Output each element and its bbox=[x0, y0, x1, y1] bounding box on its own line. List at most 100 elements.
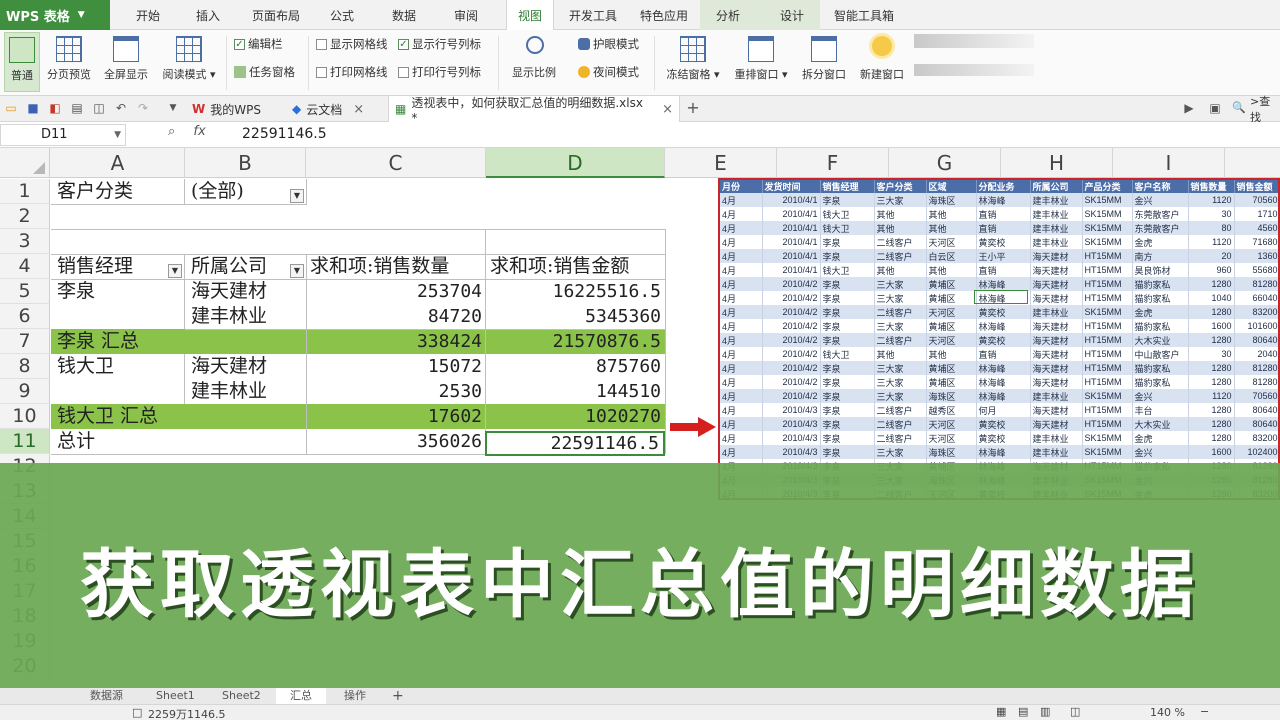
pivot-subtotal-cell[interactable]: 17602 bbox=[306, 404, 486, 429]
split-window-button[interactable]: 拆分窗口 bbox=[798, 32, 850, 92]
pivot-subtotal-cell[interactable]: 338424 bbox=[306, 329, 486, 354]
pivot-subtotal-label[interactable]: 钱大卫 汇总 bbox=[51, 404, 185, 429]
menu-review[interactable]: 审阅 bbox=[448, 0, 484, 30]
menu-smart-toolbox[interactable]: 智能工具箱 bbox=[828, 0, 900, 30]
menu-special[interactable]: 特色应用 bbox=[634, 0, 694, 30]
menu-formulas[interactable]: 公式 bbox=[324, 0, 360, 30]
fullscreen-button[interactable]: 全屏显示 bbox=[100, 32, 152, 92]
pivot-cell[interactable]: 5345360 bbox=[486, 304, 665, 329]
fx-icon[interactable]: fx bbox=[193, 124, 205, 139]
row-header[interactable]: 2 bbox=[0, 204, 50, 229]
view-break-icon[interactable]: ▥ bbox=[1040, 705, 1050, 718]
show-gridlines-toggle[interactable]: 显示网格线 bbox=[316, 34, 388, 54]
export-pdf-icon[interactable]: ◧ bbox=[48, 101, 62, 115]
sheet-tab[interactable]: Sheet1 bbox=[156, 688, 195, 704]
column-header[interactable]: B bbox=[185, 148, 306, 178]
row-header[interactable]: 3 bbox=[0, 229, 50, 254]
app-menu-button[interactable]: WPS 表格 ▼ bbox=[0, 0, 110, 30]
pivot-filter-label[interactable]: 客户分类 bbox=[51, 179, 185, 204]
pivot-cell[interactable]: 建丰林业 bbox=[185, 304, 306, 329]
menu-data[interactable]: 数据 bbox=[386, 0, 422, 30]
print-gridlines-toggle[interactable]: 打印网格线 bbox=[316, 62, 388, 82]
redo-icon[interactable]: ↷ bbox=[136, 101, 150, 115]
column-header[interactable]: C bbox=[306, 148, 486, 178]
pivot-subtotal-label[interactable]: 李泉 汇总 bbox=[51, 329, 185, 354]
pivot-cell[interactable]: 15072 bbox=[306, 354, 486, 379]
menu-developer[interactable]: 开发工具 bbox=[563, 0, 623, 30]
reading-mode-button[interactable]: 阅读模式 ▾ bbox=[158, 32, 220, 92]
page-break-preview-button[interactable]: 分页预览 bbox=[44, 32, 94, 92]
pivot-cell[interactable]: 海天建材 bbox=[185, 354, 306, 379]
save-icon[interactable]: ■ bbox=[26, 101, 40, 115]
name-box[interactable]: D11 ▼ bbox=[0, 124, 126, 146]
pivot-cell[interactable]: 李泉 bbox=[51, 279, 185, 304]
pivot-subtotal-cell[interactable]: 21570876.5 bbox=[486, 329, 665, 354]
row-header[interactable]: 10 bbox=[0, 404, 50, 429]
pivot-cell[interactable]: 16225516.5 bbox=[486, 279, 665, 304]
normal-view-button[interactable]: 普通 bbox=[4, 32, 40, 92]
pivot-grand-total-cell[interactable]: 356026 bbox=[306, 429, 486, 454]
pivot-cell[interactable]: 海天建材 bbox=[185, 279, 306, 304]
pivot-cell[interactable]: 钱大卫 bbox=[51, 354, 185, 379]
column-header[interactable]: H bbox=[1001, 148, 1113, 178]
sheet-tab[interactable]: Sheet2 bbox=[222, 688, 261, 704]
new-window-button[interactable]: 新建窗口 bbox=[856, 32, 908, 92]
add-sheet-icon[interactable]: + bbox=[392, 688, 404, 704]
pivot-cell[interactable]: 253704 bbox=[306, 279, 486, 304]
add-tab-icon[interactable]: + bbox=[686, 100, 700, 116]
edit-bar-toggle[interactable]: ✓ 编辑栏 bbox=[234, 34, 283, 54]
row-header[interactable]: 9 bbox=[0, 379, 50, 404]
row-header[interactable]: 7 bbox=[0, 329, 50, 354]
menu-insert[interactable]: 插入 bbox=[190, 0, 226, 30]
column-header[interactable]: G bbox=[889, 148, 1001, 178]
eye-protection-button[interactable]: 护眼模式 bbox=[578, 34, 639, 54]
pivot-header-amount[interactable]: 求和项:销售金额 bbox=[486, 254, 665, 279]
zoom-out-icon[interactable]: − bbox=[1200, 705, 1209, 718]
freeze-panes-button[interactable]: 冻结窗格 ▾ bbox=[662, 32, 724, 92]
column-header[interactable]: A bbox=[51, 148, 185, 178]
sheet-tab[interactable]: 数据源 bbox=[90, 688, 123, 704]
pivot-header-company[interactable]: 所属公司 bbox=[185, 254, 306, 279]
filter-dropdown-icon[interactable]: ▼ bbox=[290, 264, 304, 278]
restore-icon[interactable]: ▣ bbox=[1208, 101, 1222, 115]
print-icon[interactable]: ▤ bbox=[70, 101, 84, 115]
filter-dropdown-icon[interactable]: ▼ bbox=[168, 264, 182, 278]
zoom-icon[interactable]: ⌕ bbox=[168, 124, 175, 139]
row-header[interactable]: 11 bbox=[0, 429, 50, 454]
pivot-cell[interactable]: 875760 bbox=[486, 354, 665, 379]
menu-view[interactable]: 视图 bbox=[506, 0, 554, 31]
view-normal-icon[interactable]: ▦ bbox=[996, 705, 1006, 718]
menu-home[interactable]: 开始 bbox=[130, 0, 166, 30]
formula-input[interactable]: 22591146.5 bbox=[242, 126, 327, 142]
arrange-windows-button[interactable]: 重排窗口 ▾ bbox=[730, 32, 792, 92]
pivot-filter-value[interactable]: (全部) bbox=[185, 179, 306, 204]
print-rowcol-headers-toggle[interactable]: 打印行号列标 bbox=[398, 62, 481, 82]
view-page-icon[interactable]: ▤ bbox=[1018, 705, 1028, 718]
chevron-down-icon[interactable]: ▼ bbox=[166, 101, 180, 115]
column-header[interactable]: E bbox=[665, 148, 777, 178]
show-rowcol-headers-toggle[interactable]: ✓ 显示行号列标 bbox=[398, 34, 481, 54]
tab-my-wps[interactable]: W 我的WPS bbox=[186, 96, 267, 122]
select-all-corner[interactable] bbox=[0, 148, 50, 178]
search-link[interactable]: >查找 bbox=[1244, 95, 1280, 124]
pivot-header-manager[interactable]: 销售经理 bbox=[51, 254, 185, 279]
undo-icon[interactable]: ↶ bbox=[114, 101, 128, 115]
tab-cloud-docs[interactable]: ◆ 云文档 × bbox=[286, 96, 370, 122]
column-header[interactable]: F bbox=[777, 148, 889, 178]
row-header[interactable]: 8 bbox=[0, 354, 50, 379]
menu-page-layout[interactable]: 页面布局 bbox=[246, 0, 306, 30]
menu-design[interactable]: 设计 bbox=[770, 0, 810, 30]
zoom-level[interactable]: 140 % bbox=[1150, 706, 1185, 719]
pivot-cell[interactable]: 84720 bbox=[306, 304, 486, 329]
pivot-subtotal-cell[interactable]: 1020270 bbox=[486, 404, 665, 429]
sheet-tab-active[interactable]: 汇总 bbox=[276, 688, 326, 704]
column-header[interactable]: D bbox=[486, 148, 665, 178]
pivot-cell[interactable]: 2530 bbox=[306, 379, 486, 404]
pivot-cell[interactable]: 144510 bbox=[486, 379, 665, 404]
print-preview-icon[interactable]: ◫ bbox=[92, 101, 106, 115]
row-header[interactable]: 5 bbox=[0, 279, 50, 304]
row-header[interactable]: 1 bbox=[0, 179, 50, 204]
tab-active-workbook[interactable]: ▦ 透视表中，如何获取汇总值的明细数据.xlsx * × bbox=[388, 96, 680, 125]
pivot-header-qty[interactable]: 求和项:销售数量 bbox=[306, 254, 486, 279]
close-icon[interactable]: × bbox=[662, 102, 673, 117]
